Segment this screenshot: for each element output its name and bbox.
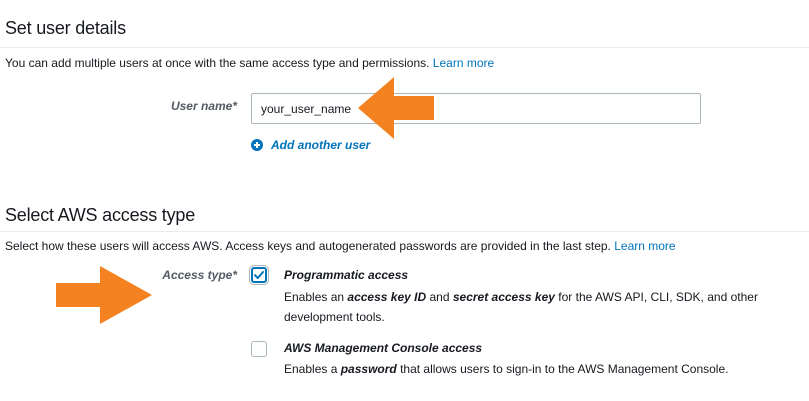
arrow-right-icon	[56, 266, 152, 324]
add-another-user-button[interactable]: Add another user	[251, 138, 370, 152]
section-divider	[0, 47, 809, 48]
desc-emphasis: secret access key	[452, 290, 555, 304]
add-another-user-label: Add another user	[271, 138, 371, 152]
learn-more-link[interactable]: Learn more	[433, 56, 494, 70]
desc-text: that allows users to sign-in to the AWS …	[400, 362, 729, 376]
console-access-checkbox[interactable]	[251, 341, 267, 357]
username-label: User name*	[170, 99, 237, 113]
user-details-description: You can add multiple users at once with …	[5, 56, 430, 70]
learn-more-link[interactable]: Learn more	[614, 239, 675, 253]
access-type-description-row: Select how these users will access AWS. …	[5, 239, 676, 253]
plus-circle-icon	[251, 139, 263, 151]
section-title-user-details: Set user details	[5, 18, 126, 38]
desc-text: Enables an	[284, 290, 345, 304]
programmatic-access-title: Programmatic access	[284, 268, 409, 282]
section-divider	[0, 231, 809, 232]
desc-text: and	[429, 290, 450, 304]
console-access-description: Enables a password that allows users to …	[284, 359, 809, 379]
access-type-description: Select how these users will access AWS. …	[5, 239, 611, 253]
desc-emphasis: password	[340, 362, 397, 376]
console-access-title: AWS Management Console access	[284, 341, 483, 355]
check-icon	[254, 271, 264, 279]
desc-emphasis: access key ID	[347, 290, 427, 304]
programmatic-access-description: Enables an access key ID and secret acce…	[284, 287, 809, 327]
user-details-description-row: You can add multiple users at once with …	[5, 56, 494, 70]
section-title-access-type: Select AWS access type	[5, 205, 196, 225]
access-type-label: Access type*	[162, 268, 237, 282]
programmatic-access-checkbox[interactable]	[251, 267, 267, 283]
desc-text: Enables a	[284, 362, 338, 376]
username-input[interactable]	[251, 93, 701, 124]
